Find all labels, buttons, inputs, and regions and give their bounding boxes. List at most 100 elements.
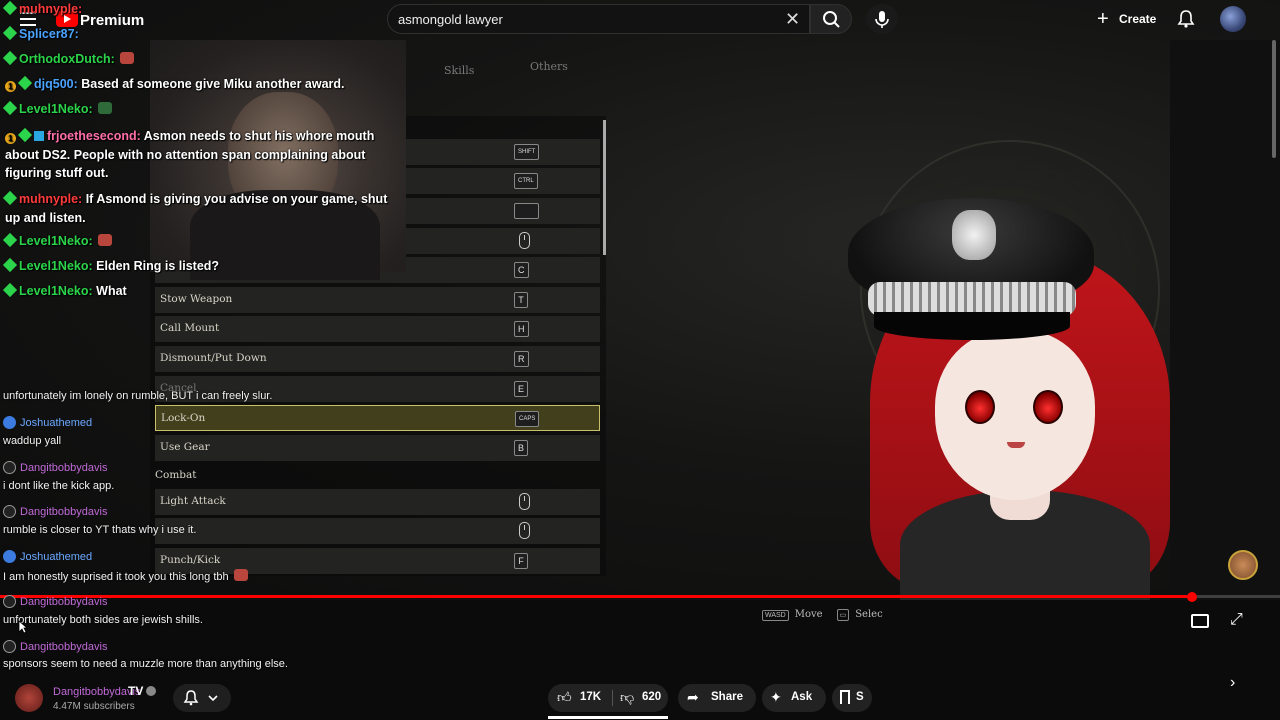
rumble-chat-message: sponsors seem to need a muzzle more than…	[3, 658, 288, 670]
menu-row-call-mount[interactable]: Call Mount H	[155, 316, 600, 342]
menu-row[interactable]	[155, 518, 600, 544]
rumble-chat-user: Dangitbobbydavis	[3, 640, 107, 653]
badge-icon	[2, 190, 18, 206]
user-icon	[3, 416, 16, 429]
rumble-chat-user: Dangitbobbydavis	[3, 461, 107, 474]
key-badge: H	[514, 321, 529, 337]
chat-message: Level1Neko:	[2, 100, 112, 116]
brand-label: Premium	[80, 12, 145, 29]
badge-icon	[2, 282, 18, 298]
search-icon	[823, 11, 840, 28]
rumble-chat-user: Dangitbobbydavis	[3, 505, 107, 518]
video-scrubber-handle[interactable]	[1187, 592, 1197, 602]
menu-row-stow-weapon[interactable]: Stow Weapon T	[155, 287, 600, 313]
key-badge: CAPS	[515, 411, 540, 427]
mouse-icon	[519, 522, 530, 539]
user-icon	[3, 550, 16, 563]
bell-icon	[183, 690, 218, 706]
select-key-icon: ▭	[836, 609, 850, 621]
user-icon	[3, 505, 16, 518]
right-eye	[1033, 390, 1063, 424]
rumble-chat-user: Dangitbobbydavis	[3, 595, 107, 608]
key-badge: SPACE	[514, 203, 539, 219]
search-input[interactable]: asmongold lawyer	[387, 4, 810, 34]
clear-search-icon[interactable]: ✕	[785, 10, 800, 28]
account-avatar[interactable]	[1220, 6, 1246, 32]
left-eye	[965, 390, 995, 424]
key-badge: SHIFT	[514, 144, 540, 160]
video-progress-fill	[0, 595, 1192, 598]
user-icon	[3, 640, 16, 653]
badge-icon	[2, 0, 18, 16]
thumbs-up-icon: 👍︎	[557, 689, 572, 705]
like-ratio-bar	[548, 716, 668, 719]
channel-name[interactable]: Dangitbobbydavis TV	[53, 684, 143, 698]
user-icon	[3, 461, 16, 474]
user-icon	[3, 595, 16, 608]
key-badge: F	[514, 553, 528, 569]
sparkle-icon: ✦	[770, 689, 782, 705]
fullscreen-icon[interactable]	[1230, 611, 1244, 629]
chat-message: muhnyple: If Asmond is giving you advise…	[2, 190, 405, 227]
badge-icon	[2, 100, 18, 116]
menu-row-dismount[interactable]: Dismount/Put Down R	[155, 346, 600, 372]
section-combat: Combat	[155, 469, 197, 481]
badge-icon	[34, 131, 44, 141]
rumble-chat-message: I am honestly suprised it took you this …	[3, 569, 248, 583]
key-badge: CTRL	[514, 173, 538, 189]
notifications-bell-icon[interactable]	[1176, 9, 1196, 29]
badge-icon	[2, 50, 18, 66]
dislike-button[interactable]: 👎︎ 620	[614, 684, 668, 712]
ask-button[interactable]: ✦ Ask	[762, 684, 826, 712]
like-button[interactable]: 👍︎ 17K	[548, 684, 612, 712]
badge-icon	[2, 257, 18, 273]
subscriber-count: 4.47M subscribers	[53, 701, 135, 712]
channel-avatar[interactable]	[15, 684, 43, 712]
tab-skills: Skills	[444, 64, 475, 77]
screen: Skills Others SHIFT CTRL SPACE C Stow We…	[0, 0, 1280, 720]
rumble-chat-user: Joshuathemed	[3, 416, 92, 429]
badge-icon	[17, 127, 33, 143]
badge-icon: 1	[5, 133, 16, 144]
key-badge: T	[514, 292, 528, 308]
badge-icon	[17, 75, 33, 91]
badge-icon	[2, 232, 18, 248]
miniplayer-icon[interactable]	[1191, 614, 1209, 628]
emote-icon	[119, 52, 134, 64]
like-dislike-group: 👍︎ 17K 👎︎ 620	[548, 684, 668, 712]
game-menu-tabs: Skills Others	[420, 52, 600, 82]
mouse-icon	[519, 493, 530, 510]
mouse-cursor-icon	[18, 620, 28, 634]
menu-row-use-gear[interactable]: Use Gear B	[155, 435, 600, 461]
plus-icon: +	[1097, 8, 1109, 30]
menu-row-light-attack[interactable]: Light Attack	[155, 489, 600, 515]
menu-row-lock-on[interactable]: Lock-On CAPS	[155, 405, 600, 431]
key-badge: C	[514, 262, 529, 278]
share-icon: ➦	[687, 689, 699, 705]
page-scrollbar[interactable]	[1270, 0, 1278, 160]
subscription-bell-button[interactable]	[173, 684, 231, 712]
search-button[interactable]	[810, 4, 852, 34]
chat-message: Level1Neko:	[2, 232, 112, 248]
avatar-face	[935, 330, 1095, 500]
vtuber-avatar	[840, 190, 1200, 600]
voice-search-button[interactable]	[866, 4, 898, 34]
chat-message: OrthodoxDutch:	[2, 50, 134, 66]
scrollbar-thumb[interactable]	[1272, 40, 1276, 158]
menu-scrollbar	[603, 120, 606, 255]
badge-icon	[2, 25, 18, 41]
search-query: asmongold lawyer	[398, 12, 503, 27]
save-button[interactable]: S	[832, 684, 872, 712]
rumble-chat-message: i dont like the kick app.	[3, 480, 115, 492]
streamer-avatar-badge[interactable]	[1228, 550, 1258, 580]
bookmark-icon	[840, 690, 850, 704]
chat-message: Splicer87:	[2, 25, 79, 41]
key-badge: E	[514, 381, 529, 397]
chevron-right-icon[interactable]: ›	[1230, 674, 1235, 692]
chat-message: 1 djq500: Based af someone give Miku anot…	[5, 75, 345, 92]
tab-others: Others	[530, 60, 568, 73]
verified-icon	[146, 686, 156, 696]
share-button[interactable]: ➦ Share	[678, 684, 756, 712]
thumbs-down-icon: 👎︎	[620, 689, 635, 705]
create-button[interactable]: + Create	[1093, 7, 1161, 31]
